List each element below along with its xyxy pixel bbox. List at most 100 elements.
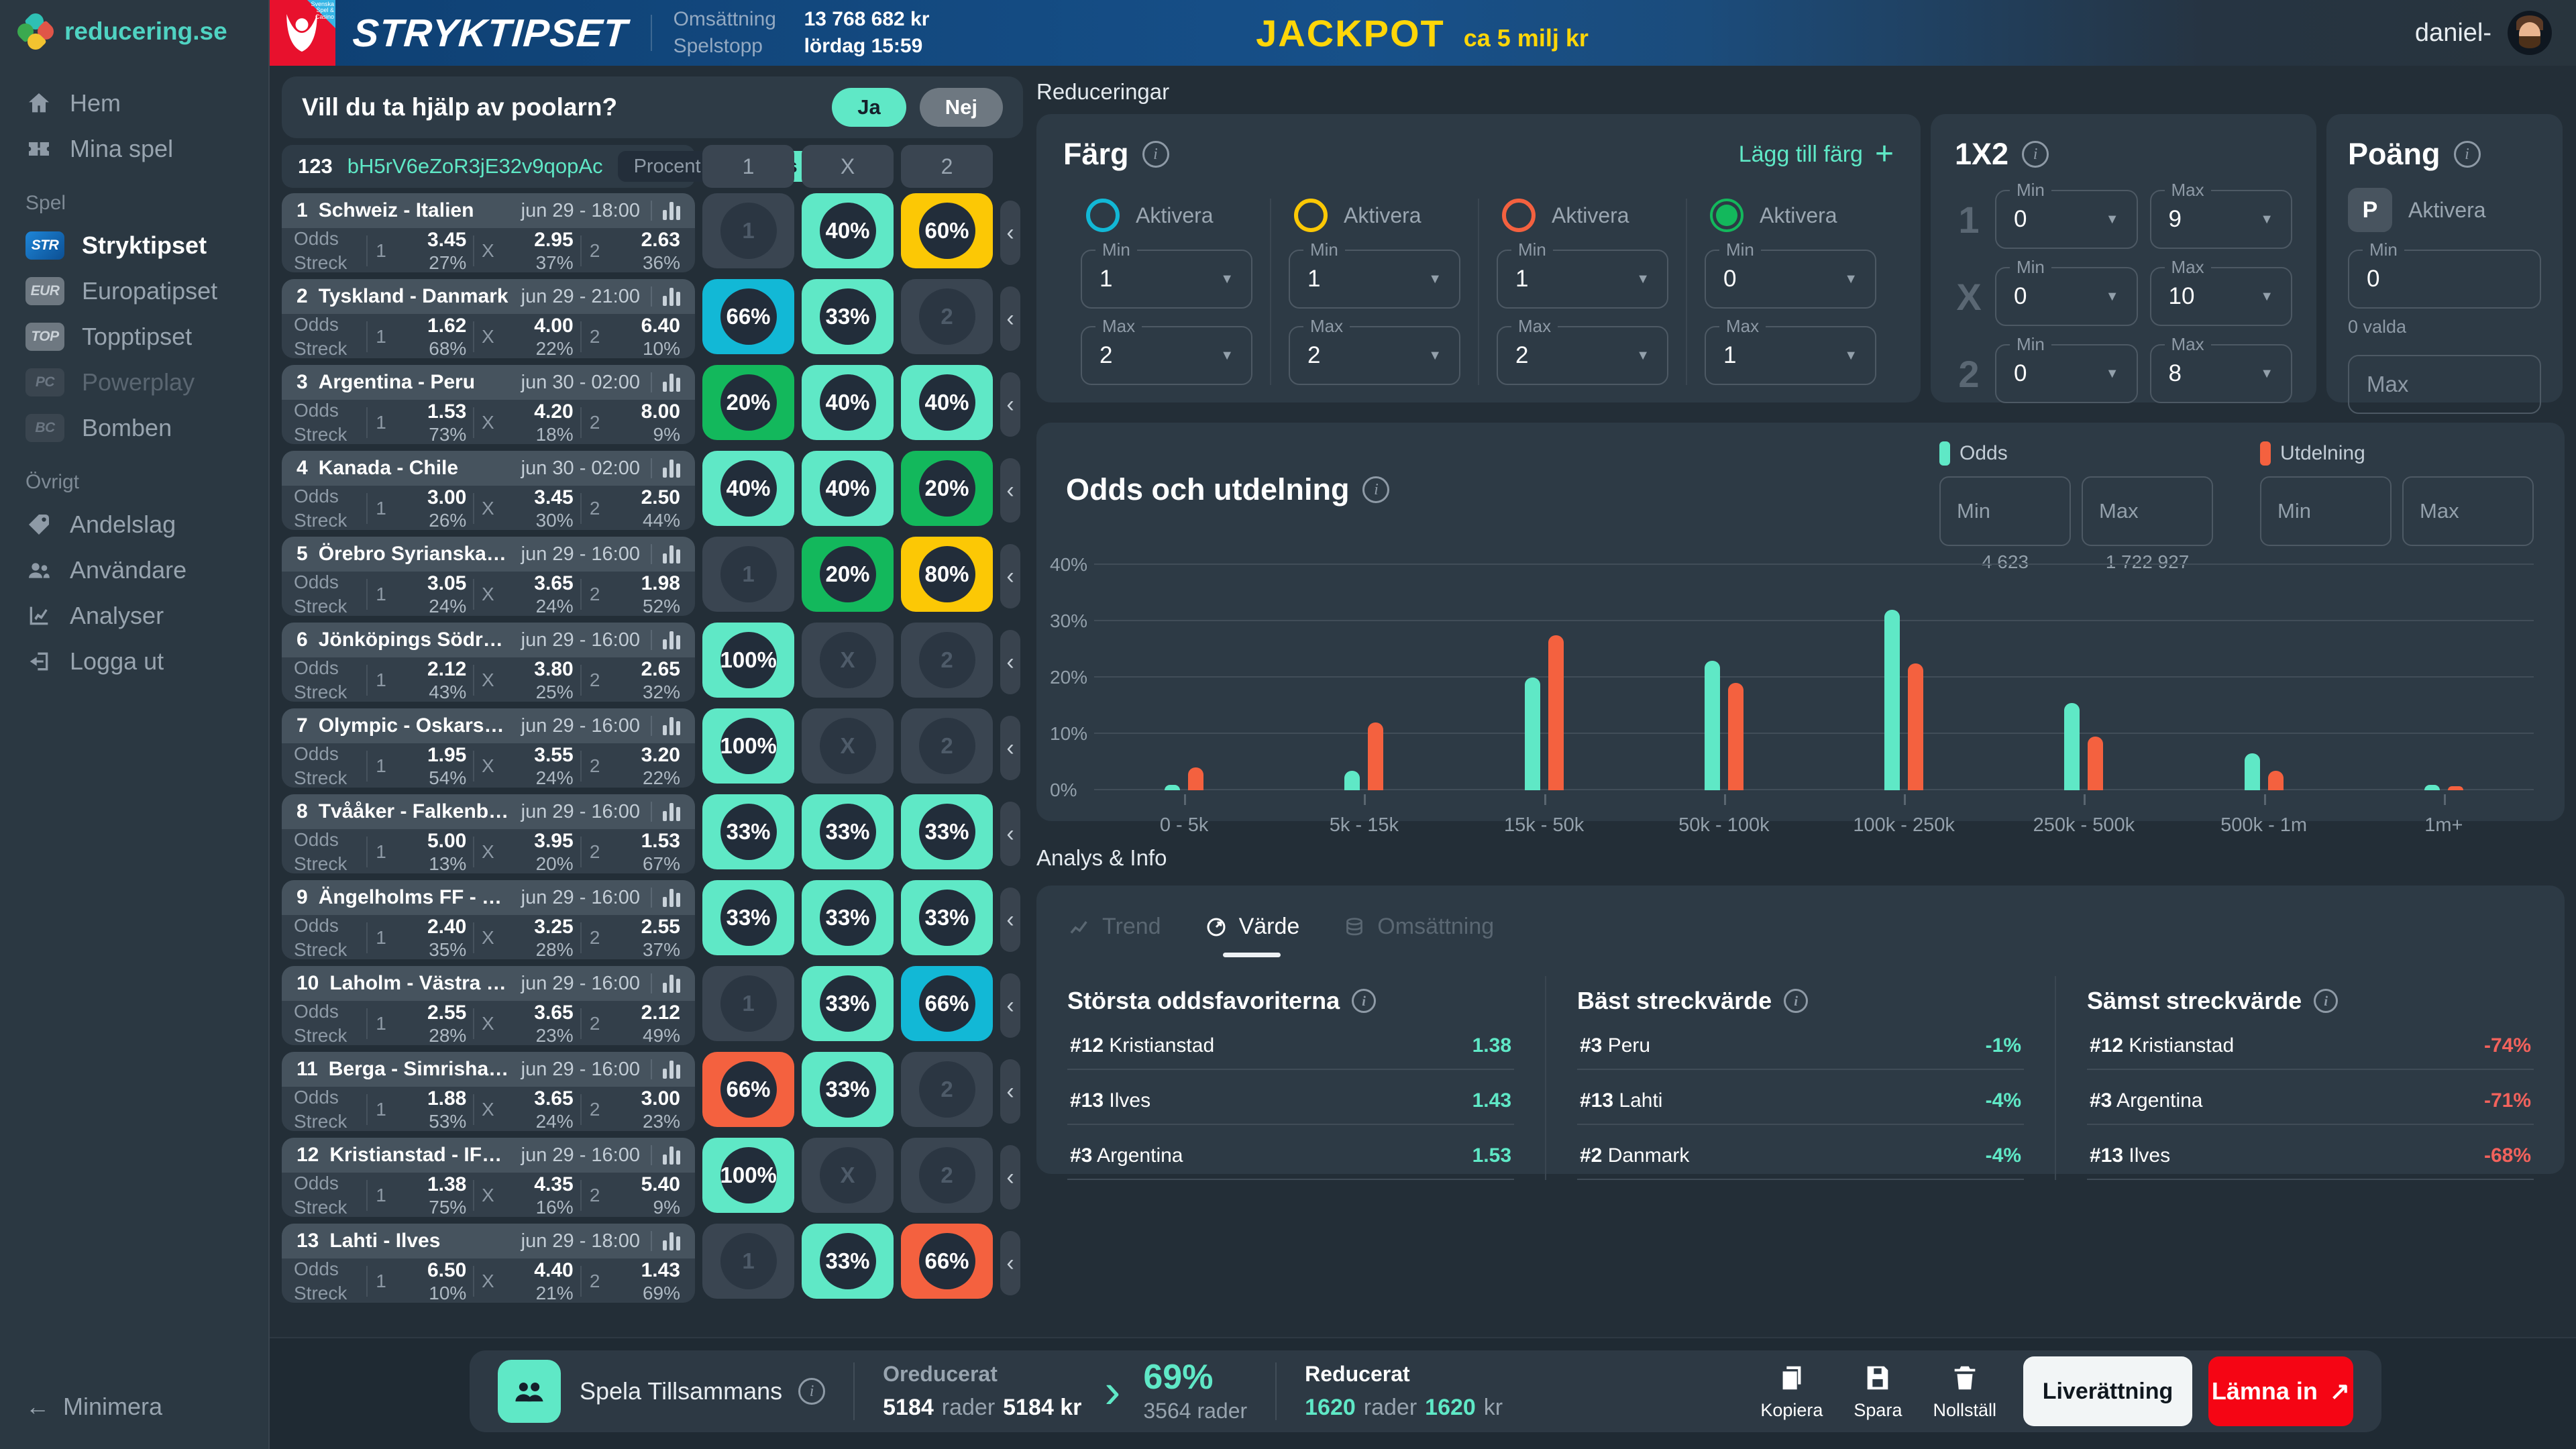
pick-button-2[interactable]: 66% xyxy=(901,966,993,1041)
pick-button-2[interactable]: 60% xyxy=(901,193,993,268)
match-stats-icon[interactable] xyxy=(663,1146,680,1165)
match-stats-icon[interactable] xyxy=(663,287,680,306)
sidebar-item-bomben[interactable]: BC Bomben xyxy=(0,405,268,451)
pick-button-X[interactable]: 40% xyxy=(802,365,894,440)
pick-button-1[interactable]: 40% xyxy=(702,451,794,526)
payout-bar[interactable] xyxy=(1188,767,1203,790)
expand-row-button[interactable]: ‹ xyxy=(1000,1145,1020,1210)
tab-turnover[interactable]: Omsättning xyxy=(1342,914,1494,957)
odds-max-input[interactable]: Max xyxy=(2082,476,2213,546)
info-icon[interactable]: i xyxy=(2454,141,2481,168)
cyan-min-select[interactable]: Min 1 ▼ xyxy=(1081,250,1252,309)
live-correction-button[interactable]: Liverättning xyxy=(2023,1356,2192,1426)
expand-row-button[interactable]: ‹ xyxy=(1000,888,1020,952)
pick-button-1[interactable]: 66% xyxy=(702,1052,794,1127)
pick-button-X[interactable]: 20% xyxy=(802,537,894,612)
expand-row-button[interactable]: ‹ xyxy=(1000,372,1020,437)
pick-button-1[interactable]: 66% xyxy=(702,279,794,354)
expand-row-button[interactable]: ‹ xyxy=(1000,802,1020,866)
pick-button-1[interactable]: 100% xyxy=(702,1138,794,1213)
pick-button-2[interactable]: 2 xyxy=(901,279,993,354)
yellow-max-select[interactable]: Max 2 ▼ xyxy=(1289,326,1460,385)
min-select-1[interactable]: Min 0 ▼ xyxy=(1995,190,2138,249)
cyan-max-select[interactable]: Max 2 ▼ xyxy=(1081,326,1252,385)
match-stats-icon[interactable] xyxy=(663,631,680,649)
yellow-color-circle[interactable] xyxy=(1294,199,1328,232)
expand-row-button[interactable]: ‹ xyxy=(1000,1231,1020,1295)
expand-row-button[interactable]: ‹ xyxy=(1000,544,1020,608)
sidebar-item-stryktipset[interactable]: STR Stryktipset xyxy=(0,223,268,268)
help-yes-button[interactable]: Ja xyxy=(832,88,906,127)
min-select-X[interactable]: Min 0 ▼ xyxy=(1995,267,2138,326)
info-icon[interactable]: i xyxy=(2314,989,2338,1013)
payout-min-input[interactable]: Min xyxy=(2260,476,2392,546)
pick-button-X[interactable]: X xyxy=(802,623,894,698)
pick-button-X[interactable]: 40% xyxy=(802,193,894,268)
info-icon[interactable]: i xyxy=(1784,989,1808,1013)
tab-value[interactable]: Värde xyxy=(1204,914,1300,957)
pick-button-2[interactable]: 33% xyxy=(901,794,993,869)
save-button[interactable]: Spara xyxy=(1854,1362,1902,1421)
payout-bar[interactable] xyxy=(1548,635,1564,790)
pick-button-1[interactable]: 1 xyxy=(702,537,794,612)
green-max-select[interactable]: Max 1 ▼ xyxy=(1705,326,1876,385)
payout-bar[interactable] xyxy=(2448,786,2463,790)
points-max-select[interactable]: Max xyxy=(2348,355,2541,414)
pick-button-2[interactable]: 40% xyxy=(901,365,993,440)
odds-bar[interactable] xyxy=(1884,610,1900,790)
payout-bar[interactable] xyxy=(2088,737,2103,790)
red-color-circle[interactable] xyxy=(1502,199,1536,232)
pick-button-2[interactable]: 2 xyxy=(901,623,993,698)
pick-button-2[interactable]: 2 xyxy=(901,708,993,784)
payout-bar[interactable] xyxy=(2268,771,2284,790)
yellow-min-select[interactable]: Min 1 ▼ xyxy=(1289,250,1460,309)
pick-button-2[interactable]: 20% xyxy=(901,451,993,526)
odds-bar[interactable] xyxy=(1705,661,1720,790)
odds-bar[interactable] xyxy=(1344,771,1360,790)
pick-button-1[interactable]: 33% xyxy=(702,880,794,955)
max-select-X[interactable]: Max 10 ▼ xyxy=(2150,267,2293,326)
copy-button[interactable]: Kopiera xyxy=(1760,1362,1823,1421)
match-stats-icon[interactable] xyxy=(663,459,680,478)
info-icon[interactable]: i xyxy=(798,1378,825,1405)
pick-button-2[interactable]: 66% xyxy=(901,1224,993,1299)
max-select-2[interactable]: Max 8 ▼ xyxy=(2150,344,2293,403)
pick-button-X[interactable]: 40% xyxy=(802,451,894,526)
odds-min-input[interactable]: Min xyxy=(1939,476,2071,546)
brand-logo[interactable]: reducering.se xyxy=(0,0,268,63)
pick-button-2[interactable]: 33% xyxy=(901,880,993,955)
info-icon[interactable]: i xyxy=(1352,989,1376,1013)
help-no-button[interactable]: Nej xyxy=(920,88,1003,127)
expand-row-button[interactable]: ‹ xyxy=(1000,286,1020,351)
points-toggle-button[interactable]: P xyxy=(2348,188,2392,232)
max-select-1[interactable]: Max 9 ▼ xyxy=(2150,190,2293,249)
sidebar-item-hem[interactable]: Hem xyxy=(0,80,268,126)
match-stats-icon[interactable] xyxy=(663,201,680,220)
pick-button-1[interactable]: 1 xyxy=(702,966,794,1041)
info-icon[interactable]: i xyxy=(1142,141,1169,168)
odds-bar[interactable] xyxy=(2064,703,2080,790)
match-stats-icon[interactable] xyxy=(663,802,680,821)
expand-row-button[interactable]: ‹ xyxy=(1000,201,1020,265)
green-color-circle[interactable] xyxy=(1710,199,1743,232)
points-min-select[interactable]: Min 0 xyxy=(2348,250,2541,309)
odds-bar[interactable] xyxy=(1525,678,1540,790)
sidebar-item-anvandare[interactable]: Användare xyxy=(0,547,268,593)
payout-bar[interactable] xyxy=(1368,722,1383,790)
pick-button-1[interactable]: 1 xyxy=(702,1224,794,1299)
info-icon[interactable]: i xyxy=(2022,141,2049,168)
avatar[interactable] xyxy=(2508,11,2552,55)
info-icon[interactable]: i xyxy=(1362,476,1389,503)
odds-bar[interactable] xyxy=(2245,753,2260,790)
pick-button-X[interactable]: 33% xyxy=(802,1052,894,1127)
sidebar-item-mina-spel[interactable]: Mina spel xyxy=(0,126,268,172)
match-stats-icon[interactable] xyxy=(663,974,680,993)
pick-button-X[interactable]: 33% xyxy=(802,966,894,1041)
sidebar-item-andelslag[interactable]: Andelslag xyxy=(0,502,268,547)
odds-bar[interactable] xyxy=(1165,785,1180,790)
expand-row-button[interactable]: ‹ xyxy=(1000,458,1020,523)
payout-bar[interactable] xyxy=(1908,663,1923,790)
tab-trend[interactable]: Trend xyxy=(1067,914,1161,957)
pick-button-2[interactable]: 2 xyxy=(901,1138,993,1213)
reset-button[interactable]: Nollställ xyxy=(1933,1362,1996,1421)
